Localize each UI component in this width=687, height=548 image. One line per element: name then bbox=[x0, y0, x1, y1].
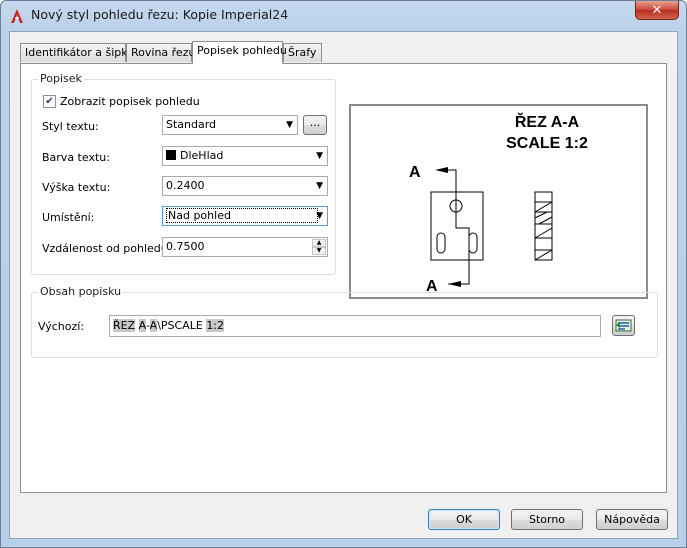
preview-panel: ŘEZ A-A SCALE 1:2 A A bbox=[349, 104, 648, 299]
tab-srafy[interactable]: Šrafy bbox=[283, 43, 322, 62]
placement-select[interactable]: Nad pohled ▼ bbox=[162, 206, 328, 226]
text-style-browse-button[interactable]: ... bbox=[303, 115, 327, 135]
text-pscale: \PSCALE bbox=[157, 319, 207, 332]
tab-panel: Popisek ✔ Zobrazit popisek pohledu Styl … bbox=[20, 63, 667, 493]
show-label-checkbox[interactable]: ✔ bbox=[43, 95, 56, 108]
tab-popisek-pohledu[interactable]: Popisek pohledu bbox=[192, 41, 287, 64]
dialog-client-area: Identifikátor a šipky Rovina řezu Popise… bbox=[9, 31, 678, 539]
obsah-group: Obsah popisku Výchozí: ŘEZ A-A\PSCALE 1:… bbox=[31, 285, 658, 358]
text-style-select[interactable]: Standard ▼ bbox=[162, 115, 298, 135]
field-a1: A bbox=[138, 319, 146, 332]
offset-label: Vzdálenost od pohledu: bbox=[42, 242, 172, 255]
autocad-app-icon bbox=[11, 9, 23, 23]
part-outline bbox=[430, 191, 484, 261]
color-swatch bbox=[166, 150, 176, 160]
spin-down-button[interactable]: ▼ bbox=[312, 247, 326, 255]
text-height-label: Výška textu: bbox=[42, 181, 111, 194]
help-button[interactable]: Nápověda bbox=[596, 509, 668, 530]
browse-button-label: ... bbox=[309, 116, 321, 129]
show-label-text: Zobrazit popisek pohledu bbox=[60, 95, 200, 108]
text-height-value: 0.2400 bbox=[166, 179, 205, 192]
offset-value: 0.7500 bbox=[166, 240, 205, 253]
section-view-preview: ŘEZ A-A SCALE 1:2 A A bbox=[409, 112, 588, 295]
close-icon: ✕ bbox=[651, 2, 663, 18]
placement-value: Nad pohled bbox=[166, 208, 318, 223]
chevron-down-icon: ▼ bbox=[316, 181, 323, 191]
chevron-down-icon: ▼ bbox=[316, 151, 323, 161]
chevron-down-icon: ▼ bbox=[286, 120, 293, 130]
popisek-group: Popisek ✔ Zobrazit popisek pohledu Styl … bbox=[31, 72, 336, 275]
section-arrow-bottom bbox=[448, 281, 461, 287]
placement-label: Umístění: bbox=[42, 211, 95, 224]
section-letter-top: A bbox=[409, 164, 421, 181]
field-editor-button[interactable] bbox=[612, 315, 635, 336]
tab-label: Popisek pohledu bbox=[197, 44, 287, 57]
section-view-part bbox=[534, 191, 553, 261]
text-color-value: DleHlad bbox=[180, 149, 224, 162]
field-scale: 1:2 bbox=[206, 319, 225, 332]
section-arrow-top bbox=[435, 167, 448, 173]
section-line bbox=[448, 169, 470, 285]
title-bar[interactable]: Nový styl pohledu řezu: Kopie Imperial24… bbox=[1, 1, 686, 31]
tab-label: Rovina řezu bbox=[131, 46, 196, 59]
tab-identifikator[interactable]: Identifikátor a šipky bbox=[20, 43, 134, 62]
tab-rovina-rezu[interactable]: Rovina řezu bbox=[126, 43, 196, 62]
preview-title-line2: SCALE 1:2 bbox=[506, 135, 588, 152]
cancel-button[interactable]: Storno bbox=[511, 509, 583, 530]
ok-button[interactable]: OK bbox=[428, 509, 500, 530]
text-style-label: Styl textu: bbox=[42, 120, 99, 133]
tab-label: Identifikátor a šipky bbox=[25, 46, 134, 59]
help-label: Nápověda bbox=[604, 513, 660, 526]
text-color-select[interactable]: DleHlad ▼ bbox=[162, 146, 328, 166]
obsah-group-label: Obsah popisku bbox=[38, 285, 124, 298]
dialog-window: Nový styl pohledu řezu: Kopie Imperial24… bbox=[0, 0, 687, 548]
spin-up-button[interactable]: ▲ bbox=[312, 239, 326, 247]
text-height-select[interactable]: 0.2400 ▼ bbox=[162, 176, 328, 196]
text-style-value: Standard bbox=[166, 118, 217, 131]
offset-spinner[interactable]: 0.7500 ▲ ▼ bbox=[162, 237, 328, 257]
preview-title-line1: ŘEZ A-A bbox=[515, 112, 580, 131]
edit-fields-icon bbox=[615, 319, 632, 332]
field-rez: ŘEZ bbox=[113, 319, 136, 332]
text-color-label: Barva textu: bbox=[42, 151, 110, 164]
chevron-down-icon: ▼ bbox=[316, 211, 323, 221]
label-content-field[interactable]: ŘEZ A-A\PSCALE 1:2 bbox=[109, 315, 601, 337]
default-label: Výchozí: bbox=[38, 320, 85, 333]
window-title: Nový styl pohledu řezu: Kopie Imperial24 bbox=[31, 7, 289, 22]
popisek-group-label: Popisek bbox=[38, 72, 84, 85]
cancel-label: Storno bbox=[528, 513, 566, 526]
tab-label: Šrafy bbox=[288, 46, 317, 59]
close-button[interactable]: ✕ bbox=[635, 1, 679, 20]
ok-label: OK bbox=[456, 513, 472, 526]
